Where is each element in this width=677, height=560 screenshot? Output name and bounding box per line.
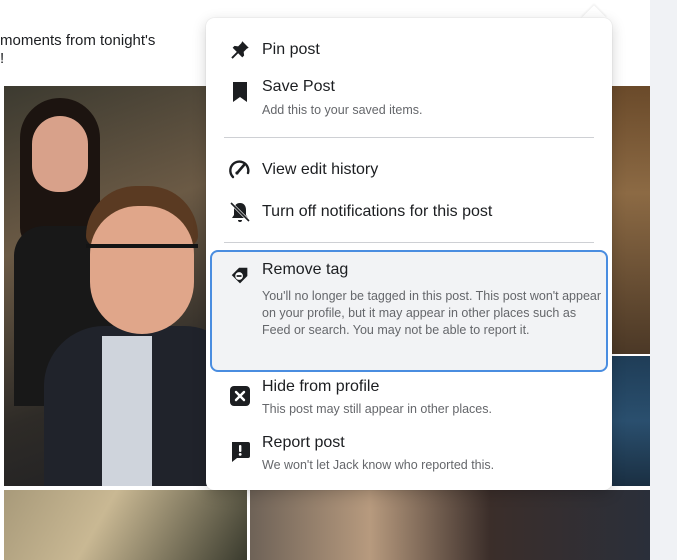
post-caption-line1: moments from tonight's: [0, 32, 156, 49]
photo-person2-collar: [102, 336, 152, 486]
feed-background: [650, 0, 677, 560]
menu-item-title: Remove tag: [262, 261, 349, 278]
post-photo-right-top[interactable]: [612, 86, 650, 354]
bookmark-icon: [226, 78, 254, 106]
menu-item-remove-tag[interactable]: Remove tag You'll no longer be tagged in…: [210, 250, 608, 372]
photo-person2-face: [90, 206, 194, 334]
menu-item-report-post[interactable]: Report post We won't let Jack know who r…: [214, 430, 604, 480]
menu-item-title: Report post: [262, 434, 345, 451]
menu-item-turn-off-notifications[interactable]: Turn off notifications for this post: [214, 194, 604, 230]
menu-item-title: Save Post: [262, 78, 335, 95]
post-caption-line2: !: [0, 50, 5, 67]
menu-item-title: View edit history: [262, 161, 379, 178]
menu-item-title: Turn off notifications for this post: [262, 203, 493, 220]
menu-item-title: Hide from profile: [262, 378, 380, 395]
pin-icon: [226, 36, 254, 64]
menu-item-subtitle: You'll no longer be tagged in this post.…: [262, 289, 602, 337]
menu-item-title: Pin post: [262, 41, 320, 58]
menu-divider: [224, 242, 594, 243]
post-options-menu: Pin post Save Post Add this to your save…: [206, 18, 612, 490]
post-photo-right-mid[interactable]: [612, 356, 650, 486]
menu-item-subtitle: Add this to your saved items.: [262, 103, 423, 117]
post-photo-bottom-right[interactable]: [250, 490, 650, 560]
post-photo-bottom-left[interactable]: [4, 490, 247, 560]
edit-history-icon: [226, 156, 254, 184]
menu-item-pin-post[interactable]: Pin post: [214, 32, 604, 68]
menu-divider: [224, 137, 594, 138]
photo-person1-face: [32, 116, 88, 192]
photo-person2-glasses: [86, 244, 198, 270]
menu-item-subtitle: We won't let Jack know who reported this…: [262, 458, 495, 472]
tag-remove-icon: [226, 262, 254, 290]
menu-item-hide-from-profile[interactable]: Hide from profile This post may still ap…: [214, 374, 604, 424]
close-box-icon: [226, 382, 254, 410]
menu-item-subtitle: This post may still appear in other plac…: [262, 402, 492, 416]
menu-item-view-edit-history[interactable]: View edit history: [214, 152, 604, 188]
menu-item-save-post[interactable]: Save Post Add this to your saved items.: [214, 72, 604, 122]
report-icon: [226, 438, 254, 466]
bell-off-icon: [226, 198, 254, 226]
post-caption: moments from tonight's !: [0, 32, 155, 68]
